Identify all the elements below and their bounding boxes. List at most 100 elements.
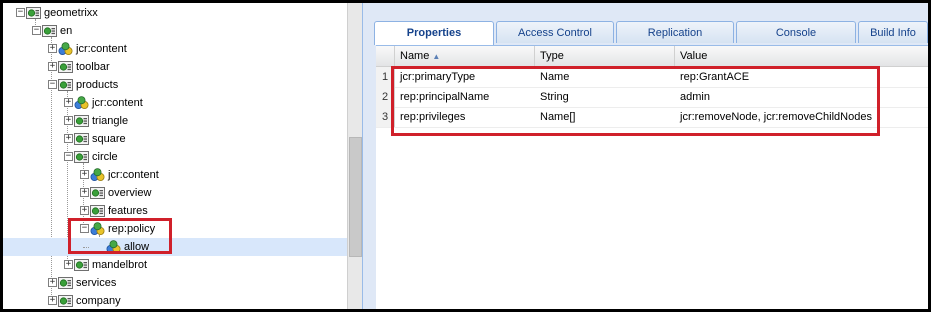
- tree-node-toolbar[interactable]: + toolbar: [3, 58, 347, 76]
- property-row[interactable]: 3 rep:privileges Name[] jcr:removeNode, jcr…: [376, 107, 928, 128]
- tree-node-square[interactable]: + square: [3, 130, 347, 148]
- column-header-name[interactable]: Name ▲: [395, 46, 535, 66]
- tree-node-overview[interactable]: + overview: [3, 184, 347, 202]
- expand-toggle-icon[interactable]: +: [64, 260, 73, 269]
- property-type[interactable]: Name[]: [535, 107, 675, 127]
- row-number: 1: [376, 67, 395, 87]
- properties-grid: Name ▲ Type Value 1 jcr:primaryType Name rep…: [376, 45, 928, 310]
- content-node-icon: [106, 240, 121, 254]
- expand-toggle-icon[interactable]: +: [64, 134, 73, 143]
- content-node-icon: [74, 96, 89, 110]
- property-row[interactable]: 2 rep:principalName String admin: [376, 87, 928, 108]
- tree-node-label: services: [76, 277, 117, 289]
- folder-node-icon: [74, 132, 89, 146]
- expand-toggle-icon[interactable]: +: [48, 278, 57, 287]
- column-header-value[interactable]: Value: [675, 46, 928, 66]
- collapse-toggle-icon[interactable]: −: [32, 26, 41, 35]
- tree-node-label: features: [108, 205, 148, 217]
- property-value[interactable]: rep:GrantACE: [675, 67, 928, 87]
- tab-console[interactable]: Console: [736, 21, 856, 43]
- tree-node-company[interactable]: + company: [3, 292, 347, 309]
- grid-header: Name ▲ Type Value: [376, 46, 928, 67]
- tree-node-label: rep:policy: [108, 223, 156, 235]
- tree-node-label: products: [76, 79, 119, 91]
- tree-node-triangle[interactable]: + triangle: [3, 112, 347, 130]
- row-number: 3: [376, 107, 395, 127]
- folder-node-icon: [58, 60, 73, 74]
- folder-node-icon: [58, 276, 73, 290]
- tab-strip: Properties Access Control Replication Co…: [372, 21, 928, 45]
- tab-access-control[interactable]: Access Control: [496, 21, 614, 43]
- tree-node-products[interactable]: − products: [3, 76, 347, 94]
- collapse-toggle-icon[interactable]: −: [80, 224, 89, 233]
- tree-guide-line: [83, 247, 89, 248]
- property-row[interactable]: 1 jcr:primaryType Name rep:GrantACE: [376, 67, 928, 88]
- column-header-name-label: Name: [400, 50, 430, 62]
- tree-node-label: allow: [124, 241, 150, 253]
- folder-node-icon: [26, 6, 41, 20]
- tree-node-features[interactable]: + features: [3, 202, 347, 220]
- content-node-icon: [58, 42, 73, 56]
- tree-node-jcr-content[interactable]: + jcr:content: [3, 166, 347, 184]
- tree-node-mandelbrot[interactable]: + mandelbrot: [3, 256, 347, 274]
- property-name[interactable]: jcr:primaryType: [395, 67, 535, 87]
- content-node-icon: [90, 168, 105, 182]
- collapse-toggle-icon[interactable]: −: [48, 80, 57, 89]
- tree-node-label: company: [76, 295, 121, 307]
- folder-node-icon: [74, 258, 89, 272]
- tree-scrollbar-thumb[interactable]: [349, 137, 362, 257]
- expand-toggle-icon[interactable]: +: [48, 62, 57, 71]
- tab-build-info[interactable]: Build Info: [858, 21, 928, 43]
- property-value[interactable]: admin: [675, 87, 928, 107]
- expand-toggle-icon[interactable]: +: [80, 206, 89, 215]
- property-type[interactable]: Name: [535, 67, 675, 87]
- properties-panel: Properties Access Control Replication Co…: [372, 3, 928, 310]
- tab-properties[interactable]: Properties: [374, 21, 494, 45]
- tree-node-allow[interactable]: allow: [3, 238, 347, 256]
- tree-node-label: jcr:content: [76, 43, 127, 55]
- tree-node-label: overview: [108, 187, 152, 199]
- folder-node-icon: [90, 186, 105, 200]
- tree-node-en[interactable]: − en: [3, 22, 347, 40]
- tab-replication[interactable]: Replication: [616, 21, 734, 43]
- tree-node-rep-policy[interactable]: − rep:policy: [3, 220, 347, 238]
- collapse-toggle-icon[interactable]: −: [64, 152, 73, 161]
- tree-node-label: geometrixx: [44, 7, 98, 19]
- tree-node-jcr-content[interactable]: + jcr:content: [3, 94, 347, 112]
- expand-toggle-icon[interactable]: +: [64, 98, 73, 107]
- row-number: 2: [376, 87, 395, 107]
- tree-node-label: toolbar: [76, 61, 110, 73]
- folder-node-icon: [58, 294, 73, 308]
- folder-node-icon: [74, 114, 89, 128]
- sort-ascending-icon: ▲: [432, 52, 441, 61]
- tree-node-circle[interactable]: − circle: [3, 148, 347, 166]
- collapse-toggle-icon[interactable]: −: [16, 8, 25, 17]
- folder-node-icon: [58, 78, 73, 92]
- tree-node-label: triangle: [92, 115, 129, 127]
- folder-node-icon: [90, 204, 105, 218]
- property-value[interactable]: jcr:removeNode, jcr:removeChildNodes: [675, 107, 928, 127]
- expand-toggle-icon[interactable]: +: [64, 116, 73, 125]
- column-header-type[interactable]: Type: [535, 46, 675, 66]
- tree-node-label: square: [92, 133, 126, 145]
- tree-node-label: circle: [92, 151, 118, 163]
- expand-toggle-icon[interactable]: +: [80, 170, 89, 179]
- tree-node-label: jcr:content: [108, 169, 159, 181]
- tree-node-label: mandelbrot: [92, 259, 148, 271]
- expand-toggle-icon[interactable]: +: [80, 188, 89, 197]
- property-type[interactable]: String: [535, 87, 675, 107]
- expand-toggle-icon[interactable]: +: [48, 296, 57, 305]
- tree-node-jcr-content[interactable]: + jcr:content: [3, 40, 347, 58]
- folder-node-icon: [42, 24, 57, 38]
- content-node-icon: [90, 222, 105, 236]
- repository-tree: − geometrixx − en + jcr:content + toolbar − produ…: [3, 3, 347, 309]
- property-name[interactable]: rep:privileges: [395, 107, 535, 127]
- tree-node-label: jcr:content: [92, 97, 143, 109]
- tree-node-geometrixx[interactable]: − geometrixx: [3, 4, 347, 22]
- tree-scrollbar[interactable]: [347, 3, 362, 309]
- folder-node-icon: [74, 150, 89, 164]
- expand-toggle-icon[interactable]: +: [48, 44, 57, 53]
- property-name[interactable]: rep:principalName: [395, 87, 535, 107]
- tree-node-services[interactable]: + services: [3, 274, 347, 292]
- row-number-header: [376, 46, 395, 66]
